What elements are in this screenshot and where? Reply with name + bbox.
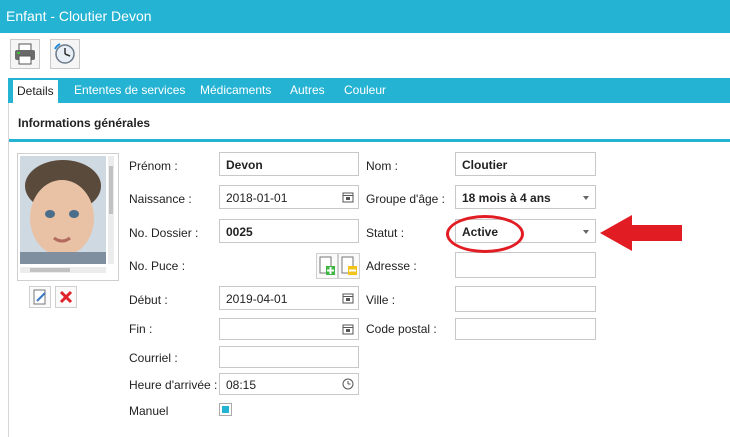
naissance-label: Naissance : bbox=[129, 192, 192, 206]
tab-autres[interactable]: Autres bbox=[286, 78, 329, 103]
history-button[interactable] bbox=[50, 39, 80, 69]
statut-label: Statut : bbox=[366, 226, 405, 240]
clock-icon[interactable] bbox=[342, 378, 354, 390]
debut-value: 2019-04-01 bbox=[226, 292, 288, 306]
photo-horizontal-scroll-thumb[interactable] bbox=[30, 268, 70, 272]
edit-icon bbox=[33, 289, 46, 305]
tab-couleur[interactable]: Couleur bbox=[340, 78, 390, 103]
edit-puce-button[interactable] bbox=[338, 253, 360, 279]
dossier-value: 0025 bbox=[226, 225, 253, 239]
dossier-field[interactable]: 0025 bbox=[219, 219, 359, 243]
window-title: Enfant - Cloutier Devon bbox=[6, 8, 152, 24]
prenom-value: Devon bbox=[226, 158, 263, 172]
tab-bar: Details Ententes de services Médicaments… bbox=[8, 78, 730, 103]
debut-date-field[interactable]: 2019-04-01 bbox=[219, 286, 359, 310]
puce-label: No. Puce : bbox=[129, 259, 186, 273]
annotation-red-arrow-icon bbox=[600, 215, 682, 251]
printer-icon bbox=[15, 43, 35, 65]
checkbox-check-mark bbox=[222, 406, 229, 413]
nom-label: Nom : bbox=[366, 159, 399, 173]
manuel-label: Manuel bbox=[129, 404, 169, 418]
heure-time-field[interactable]: 08:15 bbox=[219, 373, 359, 395]
nom-value: Cloutier bbox=[462, 158, 508, 172]
ville-label: Ville : bbox=[366, 293, 396, 307]
chevron-down-icon bbox=[583, 196, 589, 200]
groupe-value: 18 mois à 4 ans bbox=[462, 191, 551, 205]
ville-field[interactable] bbox=[455, 286, 596, 312]
fin-label: Fin : bbox=[129, 322, 153, 336]
heure-label: Heure d'arrivée : bbox=[129, 378, 218, 392]
dossier-label: No. Dossier : bbox=[129, 226, 199, 240]
courriel-label: Courriel : bbox=[129, 351, 178, 365]
section-divider bbox=[9, 139, 730, 142]
edit-document-icon bbox=[341, 256, 357, 275]
naissance-value: 2018-01-01 bbox=[226, 191, 288, 205]
delete-icon bbox=[59, 290, 73, 304]
adresse-field[interactable] bbox=[455, 252, 596, 278]
photo-vertical-scroll-thumb[interactable] bbox=[109, 166, 113, 214]
code-postal-field[interactable] bbox=[455, 318, 596, 340]
calendar-icon[interactable] bbox=[342, 292, 354, 304]
toolbar bbox=[0, 33, 730, 73]
nom-field[interactable]: Cloutier bbox=[455, 152, 596, 176]
tab-ententes[interactable]: Ententes de services bbox=[70, 78, 189, 103]
delete-photo-button[interactable] bbox=[55, 286, 77, 308]
print-button[interactable] bbox=[10, 39, 40, 69]
add-document-icon bbox=[319, 256, 335, 275]
code-postal-label: Code postal : bbox=[366, 322, 437, 336]
child-photo bbox=[20, 156, 106, 264]
fin-date-field[interactable] bbox=[219, 318, 359, 340]
chevron-down-icon bbox=[583, 230, 589, 234]
add-puce-button[interactable] bbox=[316, 253, 338, 279]
tab-details[interactable]: Details bbox=[12, 80, 58, 103]
calendar-icon[interactable] bbox=[342, 191, 354, 203]
section-title: Informations générales bbox=[18, 116, 151, 130]
prenom-field[interactable]: Devon bbox=[219, 152, 359, 176]
prenom-label: Prénom : bbox=[129, 159, 178, 173]
calendar-icon[interactable] bbox=[342, 323, 354, 335]
tab-medicaments[interactable]: Médicaments bbox=[196, 78, 275, 103]
annotation-red-circle bbox=[446, 215, 524, 253]
edit-photo-button[interactable] bbox=[29, 286, 51, 308]
courriel-field[interactable] bbox=[219, 346, 359, 368]
adresse-label: Adresse : bbox=[366, 259, 417, 273]
debut-label: Début : bbox=[129, 293, 168, 307]
title-bar: Enfant - Cloutier Devon bbox=[0, 0, 730, 33]
groupe-label: Groupe d'âge : bbox=[366, 192, 446, 206]
heure-value: 08:15 bbox=[226, 378, 257, 392]
manuel-checkbox[interactable] bbox=[219, 403, 232, 416]
groupe-age-select[interactable]: 18 mois à 4 ans bbox=[455, 185, 596, 209]
clock-icon bbox=[54, 43, 75, 64]
naissance-date-field[interactable]: 2018-01-01 bbox=[219, 185, 359, 209]
